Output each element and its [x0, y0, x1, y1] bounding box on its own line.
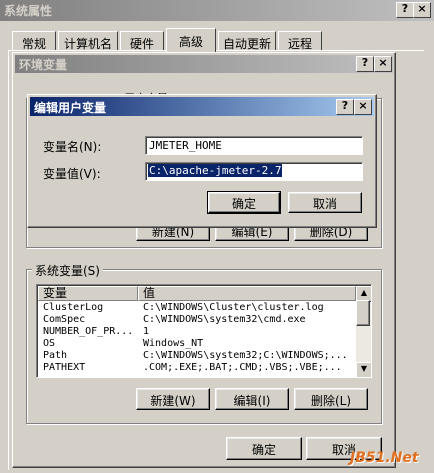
edit-dialog-close-button[interactable]: ×	[354, 99, 372, 115]
scroll-thumb[interactable]	[356, 300, 370, 326]
table-row[interactable]: ComSpec C:\WINDOWS\system32\cmd.exe	[38, 314, 356, 326]
close-icon: ×	[417, 2, 427, 15]
system-new-button[interactable]: 新建(W)	[136, 388, 210, 410]
system-properties-titlebar: 系统属性 ? ×	[0, 0, 434, 21]
row-variable: Path	[43, 350, 68, 361]
edit-dialog-help-button[interactable]: ?	[336, 99, 354, 115]
system-variables-list[interactable]: 变量 值 ClusterLog C:\WINDOWS\Cluster\clust…	[36, 284, 372, 378]
close-icon: ×	[378, 56, 388, 69]
environment-variables-title: 环境变量	[19, 58, 68, 72]
table-row[interactable]: Path C:\WINDOWS\system32;C:\WINDOWS;...	[38, 350, 356, 362]
row-value: C:\WINDOWS\system32\cmd.exe	[143, 314, 306, 325]
environment-variables-help-button[interactable]: ?	[356, 56, 374, 72]
row-value: .COM;.EXE;.BAT;.CMD;.VBS;.VBE;...	[143, 362, 342, 373]
column-header-variable[interactable]: 变量	[38, 286, 138, 301]
tab-advanced[interactable]: 高级	[166, 28, 216, 52]
environment-variables-titlebar: 环境变量 ? ×	[15, 55, 393, 73]
tab-general[interactable]: 常规	[12, 31, 56, 51]
env-ok-button[interactable]: 确定	[226, 437, 302, 460]
variable-name-field[interactable]: JMETER_HOME	[145, 136, 363, 155]
watermark-logo: JB51.Net	[350, 450, 419, 466]
variable-value-label: 变量值(V):	[43, 167, 101, 181]
edit-user-variable-titlebar: 编辑用户变量 ? ×	[30, 97, 374, 116]
row-variable: ComSpec	[43, 314, 86, 325]
column-header-value[interactable]: 值	[138, 286, 356, 301]
system-edit-button[interactable]: 编辑(I)	[215, 388, 289, 410]
vertical-scrollbar[interactable]: ▲ ▼	[356, 286, 371, 377]
row-value: C:\WINDOWS\Cluster\cluster.log	[143, 302, 324, 313]
help-icon: ?	[361, 56, 369, 69]
scroll-down-icon[interactable]: ▼	[356, 362, 371, 377]
row-value: Windows_NT	[143, 338, 204, 349]
tab-remote[interactable]: 远程	[278, 31, 322, 51]
row-variable: OS	[43, 338, 56, 349]
system-properties-title: 系统属性	[4, 4, 53, 18]
row-variable: ClusterLog	[43, 302, 104, 313]
help-icon: ?	[341, 99, 349, 112]
system-delete-button[interactable]: 删除(L)	[294, 388, 368, 410]
system-properties-close-button[interactable]: ×	[413, 2, 431, 18]
edit-cancel-button[interactable]: 取消	[288, 192, 362, 213]
tab-computer-name[interactable]: 计算机名	[58, 31, 118, 51]
table-row[interactable]: NUMBER_OF_PR... 1	[38, 326, 356, 338]
system-properties-help-button[interactable]: ?	[396, 2, 414, 18]
row-value: C:\WINDOWS\system32;C:\WINDOWS;...	[143, 350, 348, 361]
row-variable: NUMBER_OF_PR...	[43, 326, 134, 337]
variable-name-label: 变量名(N):	[43, 140, 102, 154]
environment-variables-close-button[interactable]: ×	[374, 56, 392, 72]
table-row[interactable]: PATHEXT .COM;.EXE;.BAT;.CMD;.VBS;.VBE;..…	[38, 362, 356, 374]
row-value: 1	[143, 326, 150, 337]
row-variable: PATHEXT	[43, 362, 86, 373]
table-row[interactable]: ClusterLog C:\WINDOWS\Cluster\cluster.lo…	[38, 302, 356, 314]
tab-hardware[interactable]: 硬件	[120, 31, 164, 51]
tab-automatic-updates[interactable]: 自动更新	[218, 31, 276, 51]
variable-value-field[interactable]: C:\apache-jmeter-2.7	[145, 162, 363, 181]
edit-user-variable-title: 编辑用户变量	[34, 101, 107, 115]
selected-text: C:\apache-jmeter-2.7	[148, 164, 283, 177]
system-variables-label: 系统变量(S)	[32, 262, 103, 279]
edit-ok-button[interactable]: 确定	[207, 191, 281, 214]
close-icon: ×	[358, 99, 368, 112]
help-icon: ?	[401, 2, 409, 15]
table-row[interactable]: OS Windows_NT	[38, 338, 356, 350]
